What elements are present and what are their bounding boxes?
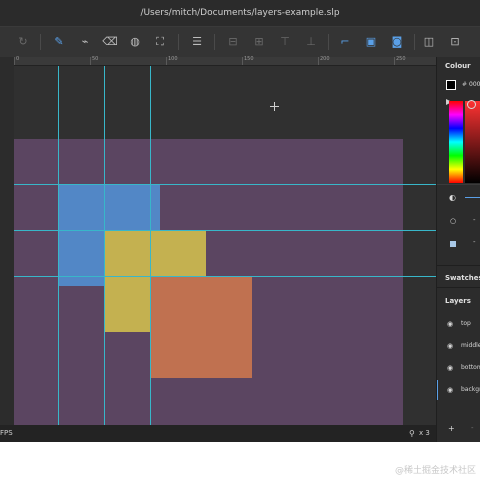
eye-icon[interactable]: ◉ xyxy=(447,314,453,334)
align-center-icon[interactable]: ⊤ xyxy=(276,33,294,51)
eraser-icon[interactable]: ⌫ xyxy=(101,33,119,51)
divider xyxy=(437,265,480,266)
eye-icon[interactable]: ◉ xyxy=(447,336,453,356)
layer-row-top[interactable]: ◉ top xyxy=(437,314,480,334)
eyedropper-icon[interactable]: ⌁ xyxy=(76,33,94,51)
primary-color-swatch[interactable] xyxy=(446,80,456,90)
ruler-label: 150 xyxy=(244,56,254,62)
hex-value-field[interactable]: 000 xyxy=(469,81,480,88)
ruler-tick xyxy=(242,57,243,65)
split-icon[interactable]: ⊡ xyxy=(446,33,464,51)
frame-icon[interactable]: ⌐ xyxy=(336,33,354,51)
align-right-icon[interactable]: ⊥ xyxy=(302,33,320,51)
watermark: @稀土掘金技术社区 xyxy=(394,466,476,476)
zoom-label: x 3 xyxy=(419,429,430,437)
app-window: /Users/mitch/Documents/layers-example.sl… xyxy=(0,0,480,442)
image-icon[interactable]: ▣ xyxy=(362,33,380,51)
layers-title: Layers xyxy=(445,297,471,305)
status-bar: FPS ⚲ x 3 xyxy=(0,425,436,442)
layer-row-middle[interactable]: ◉ middle xyxy=(437,336,480,356)
panel-icon[interactable]: ◫ xyxy=(420,33,438,51)
layer-row-bottom[interactable]: ◉ bottom xyxy=(437,358,480,378)
ruler-tick xyxy=(90,57,91,65)
title-bar: /Users/mitch/Documents/layers-example.sl… xyxy=(0,0,480,27)
horizontal-ruler: 0 50 100 150 200 250 xyxy=(14,56,436,66)
remove-layer-button[interactable]: - xyxy=(471,424,474,432)
toolbar: ↻ ✎ ⌁ ⌫ ◍ ⛶ ☰ ⊟ ⊞ ⊤ ⊥ ⌐ ▣ ◙ ◫ ⊡ xyxy=(0,27,480,58)
save-icon[interactable]: ◙ xyxy=(388,33,406,51)
layer-row-background[interactable]: ◉ background xyxy=(437,380,480,400)
ruler-tick xyxy=(318,57,319,65)
divider xyxy=(437,184,480,185)
pencil-icon[interactable]: ✎ xyxy=(50,33,68,51)
vertical-ruler xyxy=(0,57,14,425)
crosshair-cursor-icon xyxy=(270,102,279,111)
bottom-layer-shape xyxy=(150,276,252,378)
eye-icon[interactable]: ◉ xyxy=(447,380,453,400)
ruler-label: 50 xyxy=(92,56,99,62)
circle-icon: ○ xyxy=(450,217,457,225)
guide-line[interactable] xyxy=(58,66,59,425)
saturation-field[interactable] xyxy=(465,101,480,183)
dash-text: - xyxy=(473,238,476,246)
guide-line[interactable] xyxy=(14,230,436,231)
opacity-slider[interactable] xyxy=(465,197,480,198)
ruler-label: 200 xyxy=(320,56,330,62)
eye-icon[interactable]: ◉ xyxy=(447,358,453,378)
side-panel: Colour # 000 ◐ ○ - - Swatches Layers ◉ t… xyxy=(436,57,480,442)
ruler-label: 0 xyxy=(16,56,20,62)
toolbar-divider xyxy=(414,34,415,50)
zoom-icon[interactable]: ⚲ xyxy=(409,425,415,442)
window-title: /Users/mitch/Documents/layers-example.sl… xyxy=(140,8,340,18)
fill-icon[interactable]: ◍ xyxy=(126,33,144,51)
toolbar-divider xyxy=(328,34,329,50)
ruler-tick xyxy=(166,57,167,65)
dash-text: - xyxy=(473,216,476,224)
add-layer-button[interactable]: + xyxy=(448,424,455,433)
hue-slider[interactable] xyxy=(449,101,463,183)
ruler-label: 100 xyxy=(168,56,178,62)
selection-icon[interactable]: ⛶ xyxy=(151,33,169,51)
color-picker-handle[interactable] xyxy=(467,100,476,109)
guide-line[interactable] xyxy=(104,66,105,425)
ruler-tick xyxy=(394,57,395,65)
guide-line[interactable] xyxy=(150,66,151,425)
toolbar-divider xyxy=(178,34,179,50)
drawing-canvas[interactable] xyxy=(14,66,436,425)
colour-panel-title: Colour xyxy=(445,62,471,70)
ruler-tick xyxy=(14,57,15,65)
ruler-label: 250 xyxy=(396,56,406,62)
guide-line[interactable] xyxy=(14,184,436,185)
fps-label: FPS xyxy=(0,429,13,437)
layer-name: background xyxy=(461,386,480,393)
layer-ops-icon[interactable]: ⊟ xyxy=(224,33,242,51)
layer-name: bottom xyxy=(461,364,480,371)
opacity-icon: ◐ xyxy=(449,193,456,202)
menu-icon[interactable]: ☰ xyxy=(188,33,206,51)
hex-prefix: # xyxy=(462,81,468,88)
divider xyxy=(437,287,480,288)
layer-name: middle xyxy=(461,342,480,349)
selected-layer-indicator xyxy=(437,380,438,400)
align-left-icon[interactable]: ⊞ xyxy=(250,33,268,51)
swatches-title[interactable]: Swatches xyxy=(445,274,480,282)
guide-line[interactable] xyxy=(14,276,436,277)
toolbar-divider xyxy=(214,34,215,50)
toolbar-divider xyxy=(40,34,41,50)
redo-icon[interactable]: ↻ xyxy=(14,33,32,51)
layer-name: top xyxy=(461,320,471,327)
square-swatch-icon xyxy=(450,241,456,247)
